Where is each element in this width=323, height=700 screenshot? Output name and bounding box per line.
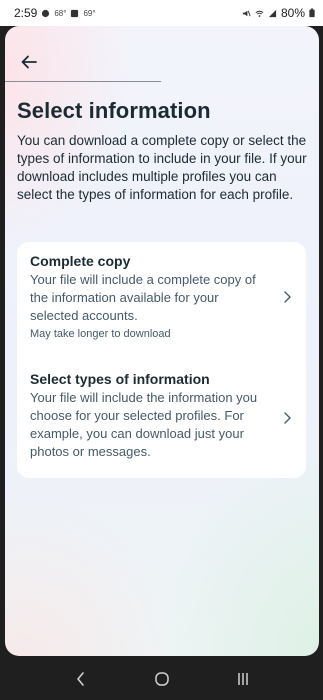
status-left: 2:59 68° 69° — [14, 6, 96, 20]
mute-icon — [242, 10, 251, 16]
nav-back-button[interactable] — [69, 667, 93, 691]
battery-icon — [309, 8, 315, 18]
nav-recents-button[interactable] — [231, 667, 255, 691]
home-icon — [154, 672, 169, 686]
option-description: Your file will include the information y… — [30, 390, 258, 459]
timer-icon — [42, 9, 50, 17]
status-temp-1: 68° — [54, 8, 67, 18]
option-title: Complete copy — [30, 253, 131, 269]
arrow-left-icon — [21, 55, 37, 69]
nav-home-button[interactable] — [150, 667, 174, 691]
chevron-right-icon — [284, 412, 291, 424]
select-types-option[interactable]: Select types of information Your file wi… — [17, 354, 306, 478]
header-divider — [5, 81, 161, 82]
recents-icon — [237, 673, 248, 685]
complete-copy-option[interactable]: Complete copy Your file will include a c… — [17, 242, 306, 352]
option-description: Your file will include a complete copy o… — [30, 272, 256, 323]
back-button[interactable] — [15, 48, 43, 76]
select-information-sheet: Select information You can download a co… — [5, 26, 319, 656]
status-right: 80% — [242, 6, 315, 20]
battery-percent: 80% — [280, 6, 305, 20]
status-time: 2:59 — [14, 6, 38, 20]
gallery-icon — [71, 9, 79, 17]
page-description: You can download a complete copy or sele… — [17, 133, 307, 202]
status-bar: 2:59 68° 69° 80% — [0, 0, 323, 26]
wifi-icon — [255, 10, 264, 17]
back-icon — [76, 672, 84, 686]
status-temp-2: 69° — [83, 8, 96, 18]
option-title: Select types of information — [30, 371, 210, 387]
system-nav-bar — [0, 658, 323, 700]
option-note: May take longer to download — [30, 328, 171, 340]
signal-icon — [268, 9, 277, 17]
download-options-card: Complete copy Your file will include a c… — [17, 242, 306, 478]
page-title: Select information — [17, 98, 211, 123]
chevron-right-icon — [284, 291, 291, 303]
